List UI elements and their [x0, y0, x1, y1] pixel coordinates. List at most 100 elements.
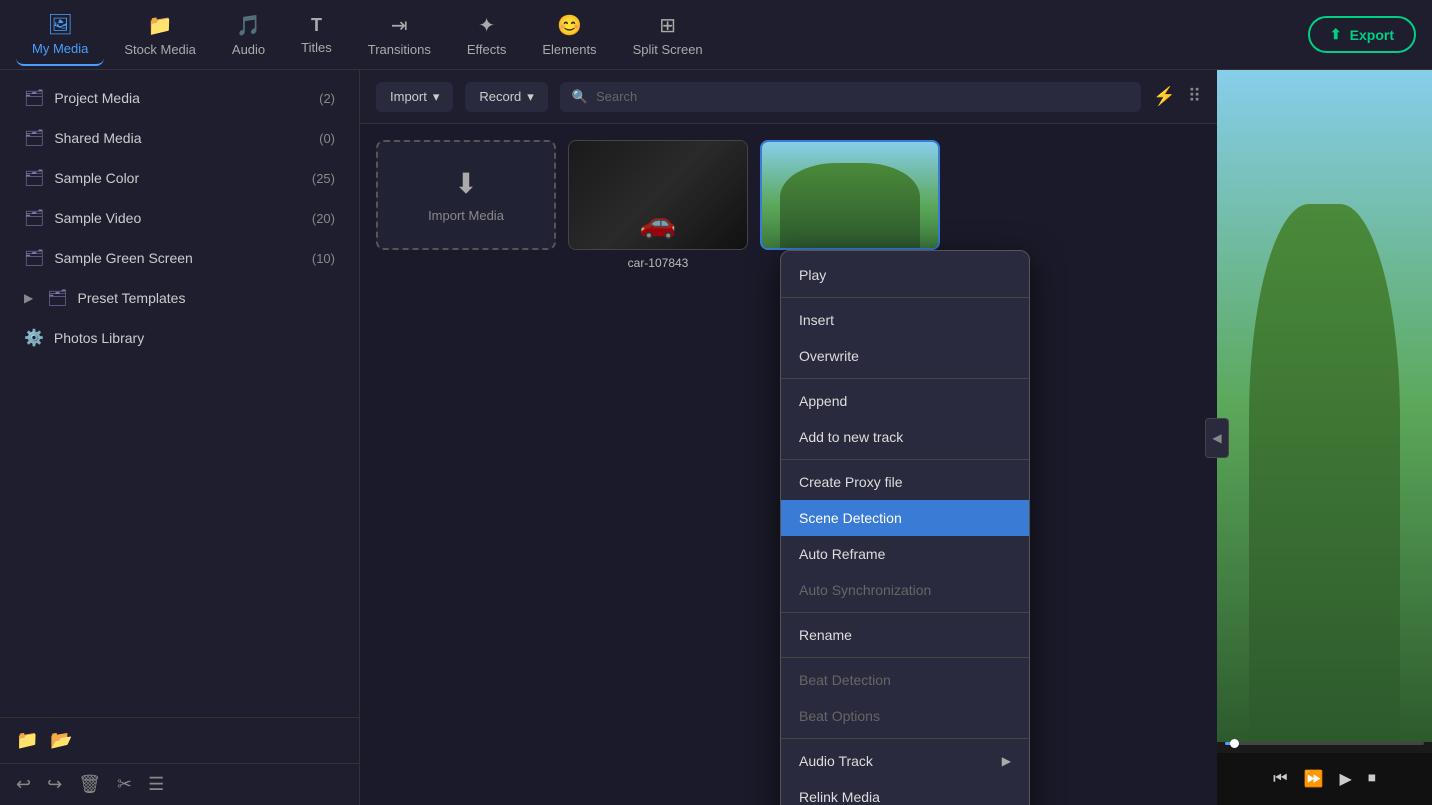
ctx-append-label: Append — [799, 393, 847, 409]
titles-icon: T — [311, 15, 322, 36]
export-icon: ⬆ — [1330, 26, 1342, 43]
ctx-auto-sync: Auto Synchronization — [781, 572, 1029, 608]
ctx-scene-detection-label: Scene Detection — [799, 510, 902, 526]
sidebar-label-sample-video: Sample Video — [54, 210, 141, 226]
media-toolbar: Import ▾ Record ▾ 🔍 Search ⚡ ⠿ — [360, 70, 1217, 124]
ctx-sep-3 — [781, 459, 1029, 460]
search-placeholder[interactable]: Search — [596, 89, 637, 104]
import-chevron-icon: ▾ — [433, 89, 440, 105]
split-screen-icon: ⊞ — [659, 13, 676, 38]
grid-view-icon[interactable]: ⠿ — [1188, 86, 1201, 107]
nav-label-transitions: Transitions — [368, 42, 431, 57]
sidebar-collapse-arrow[interactable]: ◀ — [1205, 418, 1229, 458]
search-icon: 🔍 — [572, 89, 588, 105]
nav-item-elements[interactable]: 😊 Elements — [526, 5, 612, 65]
nav-label-effects: Effects — [467, 42, 507, 57]
ctx-overwrite[interactable]: Overwrite — [781, 338, 1029, 374]
new-folder-icon[interactable]: 📁 — [16, 730, 38, 751]
equalizer-icon[interactable]: ☰ — [148, 774, 164, 795]
nav-item-my-media[interactable]: 🖼 My Media — [16, 4, 104, 66]
sidebar-count-sample-color: (25) — [312, 171, 335, 186]
ctx-sep-6 — [781, 738, 1029, 739]
sidebar-item-project-media[interactable]: 🗂 Project Media (2) — [8, 78, 351, 118]
sidebar-label-project-media: Project Media — [54, 90, 140, 106]
record-button[interactable]: Record ▾ — [465, 82, 547, 112]
sidebar-label-shared-media: Shared Media — [54, 130, 141, 146]
ctx-insert[interactable]: Insert — [781, 302, 1029, 338]
preview-progress-indicator — [1225, 742, 1235, 745]
sidebar-label-preset-templates: Preset Templates — [78, 290, 186, 306]
sidebar-content: 🗂 Project Media (2) 🗂 Shared Media (0) 🗂… — [0, 70, 359, 717]
import-button[interactable]: Import ▾ — [376, 82, 453, 112]
sidebar-item-photos-library[interactable]: ⚙️ Photos Library — [8, 318, 351, 358]
ctx-add-new-track[interactable]: Add to new track — [781, 419, 1029, 455]
ctx-play[interactable]: Play — [781, 257, 1029, 293]
sidebar: 🗂 Project Media (2) 🗂 Shared Media (0) 🗂… — [0, 70, 360, 805]
ctx-auto-reframe-label: Auto Reframe — [799, 546, 885, 562]
tree-thumb-visual — [762, 142, 938, 248]
ctx-audio-track-label: Audio Track — [799, 753, 873, 769]
filter-icon[interactable]: ⚡ — [1153, 86, 1175, 107]
ctx-beat-options-label: Beat Options — [799, 708, 880, 724]
cut-icon[interactable]: ✂ — [117, 774, 132, 795]
import-media-icon: ⬇ — [454, 167, 477, 200]
ctx-sep-4 — [781, 612, 1029, 613]
car-video-item[interactable]: car-107843 — [568, 140, 748, 270]
nav-label-elements: Elements — [542, 42, 596, 57]
sidebar-item-shared-media[interactable]: 🗂 Shared Media (0) — [8, 118, 351, 158]
nav-item-stock-media[interactable]: 📁 Stock Media — [108, 5, 212, 65]
prev-frame-button[interactable]: ⏮ — [1269, 766, 1291, 792]
folder-icon-shared: 🗂 — [24, 128, 44, 148]
redo-icon[interactable]: ↪ — [47, 774, 62, 795]
export-button[interactable]: ⬆ Export — [1308, 16, 1416, 53]
fast-play-button[interactable]: ▶ — [1336, 765, 1356, 793]
ctx-beat-detection: Beat Detection — [781, 662, 1029, 698]
undo-icon[interactable]: ↩ — [16, 774, 31, 795]
delete-icon[interactable]: 🗑 — [78, 774, 101, 795]
stop-button[interactable]: ⏹ — [1364, 766, 1380, 792]
car-video-thumb — [568, 140, 748, 250]
transitions-icon: ⇥ — [391, 13, 408, 38]
effects-icon: ✦ — [478, 13, 495, 38]
sidebar-label-photos-library: Photos Library — [54, 330, 144, 346]
ctx-scene-detection[interactable]: Scene Detection — [781, 500, 1029, 536]
nav-item-titles[interactable]: T Titles — [285, 7, 348, 63]
ctx-relink-media-label: Relink Media — [799, 789, 880, 805]
my-media-icon: 🖼 — [47, 12, 72, 37]
toolbar-footer: ↩ ↪ 🗑 ✂ ☰ — [0, 763, 359, 805]
play-button[interactable]: ⏩ — [1300, 765, 1328, 793]
ctx-auto-reframe[interactable]: Auto Reframe — [781, 536, 1029, 572]
ctx-auto-sync-label: Auto Synchronization — [799, 582, 931, 598]
import-media-item[interactable]: ⬇ Import Media — [376, 140, 556, 270]
record-chevron-icon: ▾ — [527, 89, 534, 105]
import-media-label: Import Media — [428, 208, 504, 223]
nav-item-audio[interactable]: 🎵 Audio — [216, 5, 281, 65]
nav-item-effects[interactable]: ✦ Effects — [451, 5, 523, 65]
stock-media-icon: 📁 — [148, 13, 173, 38]
sidebar-count-sample-video: (20) — [312, 211, 335, 226]
folder-icon-sample-green: 🗂 — [24, 248, 44, 268]
ctx-audio-track[interactable]: Audio Track ▶ — [781, 743, 1029, 779]
folder-icon: 🗂 — [24, 88, 44, 108]
ctx-append[interactable]: Append — [781, 383, 1029, 419]
preview-area: ⏮ ⏩ ▶ ⏹ — [1217, 70, 1432, 805]
sidebar-item-sample-video[interactable]: 🗂 Sample Video (20) — [8, 198, 351, 238]
import-folder-icon[interactable]: 📂 — [50, 730, 72, 751]
ctx-audio-track-arrow: ▶ — [1002, 754, 1011, 768]
sidebar-item-preset-templates[interactable]: ▶ 🗂 Preset Templates — [8, 278, 351, 318]
nav-item-split-screen[interactable]: ⊞ Split Screen — [617, 5, 719, 65]
preview-progress-bar-container[interactable] — [1225, 742, 1424, 745]
sidebar-item-sample-color[interactable]: 🗂 Sample Color (25) — [8, 158, 351, 198]
my-video-thumb — [760, 140, 940, 250]
nav-item-transitions[interactable]: ⇥ Transitions — [352, 5, 447, 65]
arrow-icon: ▶ — [24, 291, 33, 305]
sidebar-item-sample-green[interactable]: 🗂 Sample Green Screen (10) — [8, 238, 351, 278]
ctx-create-proxy[interactable]: Create Proxy file — [781, 464, 1029, 500]
ctx-rename[interactable]: Rename — [781, 617, 1029, 653]
sidebar-count-sample-green: (10) — [312, 251, 335, 266]
import-media-thumb[interactable]: ⬇ Import Media — [376, 140, 556, 250]
nav-label-titles: Titles — [301, 40, 332, 55]
ctx-relink-media[interactable]: Relink Media — [781, 779, 1029, 805]
record-label: Record — [479, 89, 521, 104]
top-nav: 🖼 My Media 📁 Stock Media 🎵 Audio T Title… — [0, 0, 1432, 70]
